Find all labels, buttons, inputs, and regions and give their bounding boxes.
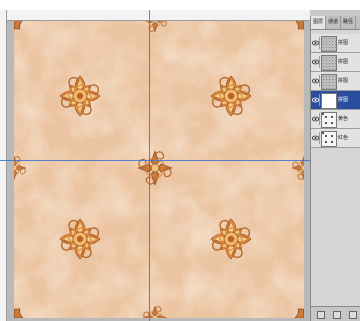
panel-tab-bar: 图层 通道 路径 — [311, 16, 360, 30]
horizontal-ruler[interactable] — [6, 10, 310, 21]
new-layer-button[interactable] — [333, 311, 341, 319]
layers-panel-footer — [311, 306, 360, 321]
visibility-eye-icon[interactable] — [312, 94, 320, 106]
floor-tile-artwork — [14, 20, 304, 318]
layer-thumbnail — [321, 55, 337, 71]
layer-thumbnail — [321, 112, 337, 128]
layer-thumbnail — [321, 93, 337, 109]
tab-layers[interactable]: 图层 — [311, 16, 327, 29]
visibility-eye-icon[interactable] — [312, 56, 320, 68]
layer-row[interactable]: 拼图 — [311, 72, 360, 91]
layer-name: 黄色 — [338, 116, 349, 122]
layer-name: 拼图 — [338, 59, 349, 65]
layers-panel: 图层 通道 路径 拼图 拼图 拼图 拼图 黄色 红色 — [310, 16, 360, 321]
document-canvas[interactable] — [6, 10, 310, 321]
horizontal-guide-line[interactable] — [0, 160, 310, 161]
vertical-ruler[interactable] — [0, 10, 7, 321]
visibility-eye-icon[interactable] — [312, 37, 320, 49]
ruler-ticks — [6, 15, 310, 21]
link-layers-button[interactable] — [317, 311, 325, 319]
layer-list: 拼图 拼图 拼图 拼图 黄色 红色 — [311, 34, 360, 148]
layer-name: 拼图 — [338, 97, 349, 103]
layer-name: 红色 — [338, 135, 349, 141]
visibility-eye-icon[interactable] — [312, 113, 320, 125]
vertical-guide-line[interactable] — [149, 10, 150, 321]
layer-row[interactable]: 黄色 — [311, 110, 360, 129]
tab-channels[interactable]: 通道 — [326, 16, 342, 29]
delete-layer-button[interactable] — [349, 311, 357, 319]
window-title-bar — [0, 0, 360, 10]
layer-row-selected[interactable]: 拼图 — [311, 91, 360, 110]
layer-name: 拼图 — [338, 40, 349, 46]
layer-name: 拼图 — [338, 78, 349, 84]
layer-row[interactable]: 红色 — [311, 129, 360, 148]
tab-paths[interactable]: 路径 — [341, 16, 357, 29]
layer-thumbnail — [321, 74, 337, 90]
layer-thumbnail — [321, 36, 337, 52]
layer-row[interactable]: 拼图 — [311, 53, 360, 72]
visibility-eye-icon[interactable] — [312, 132, 320, 144]
layer-thumbnail — [321, 131, 337, 147]
tile-pattern — [14, 20, 304, 318]
visibility-eye-icon[interactable] — [312, 75, 320, 87]
layer-row[interactable]: 拼图 — [311, 34, 360, 53]
